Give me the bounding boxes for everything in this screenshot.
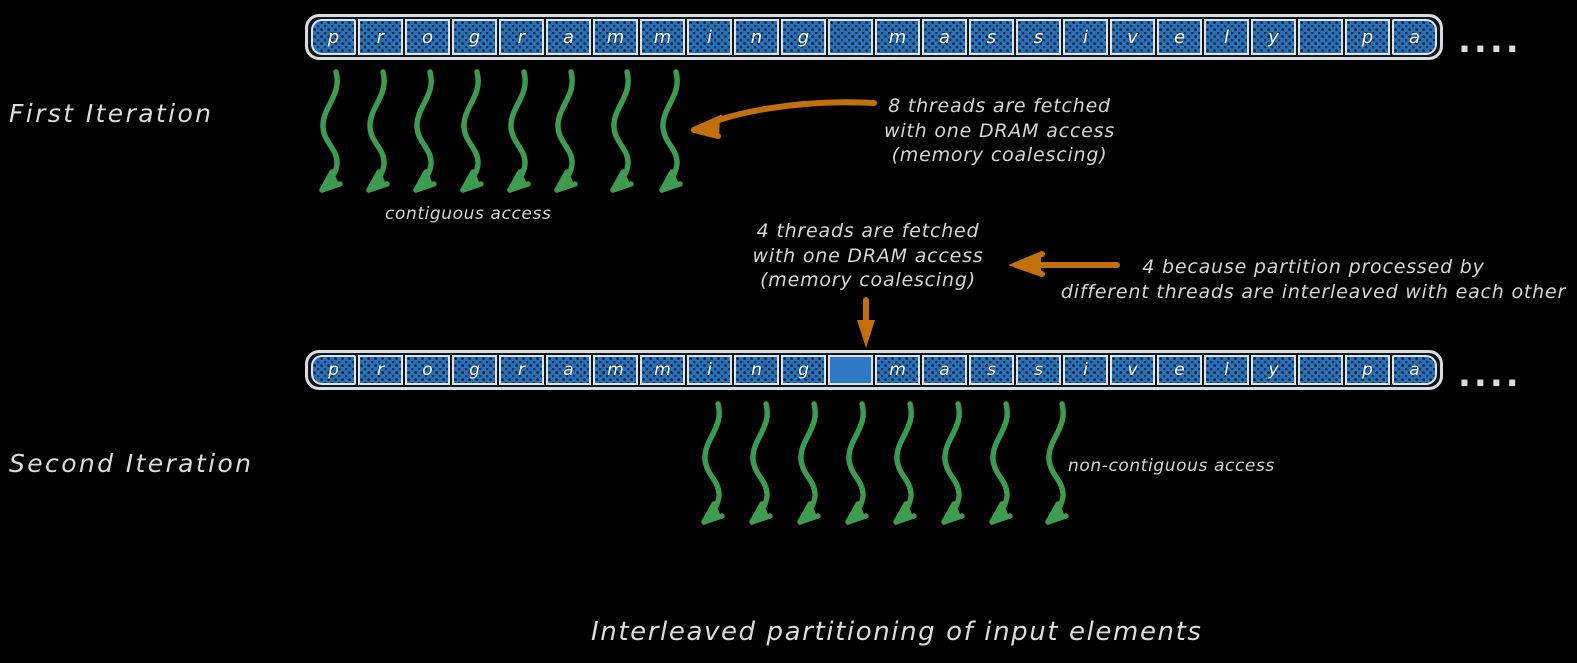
memory-cell: i: [687, 355, 732, 385]
label-first-iteration: First Iteration: [9, 99, 214, 128]
note-four-threads-line-3: (memory coalescing): [760, 269, 976, 292]
note-four-threads-line-1: 4 threads are fetched: [756, 220, 980, 242]
memory-cell: [828, 355, 873, 385]
memory-cell: [1298, 19, 1343, 55]
memory-cell: n: [734, 19, 779, 55]
memory-cell: m: [640, 355, 685, 385]
memory-cell: i: [687, 19, 732, 55]
memory-cell: o: [405, 355, 450, 385]
label-non-contiguous-access: non-contiguous access: [1068, 456, 1275, 476]
memory-cell: m: [875, 355, 920, 385]
memory-cell: p: [311, 355, 356, 385]
callout-arrow-four-threads-down: [857, 297, 875, 348]
memory-cell: a: [922, 19, 967, 55]
thread-arrows-second-iteration: [704, 404, 1066, 522]
memory-cell: v: [1110, 355, 1155, 385]
memory-cell: s: [969, 19, 1014, 55]
callout-arrow-eight-threads: [690, 99, 877, 139]
memory-cell: a: [546, 355, 591, 385]
memory-cell: a: [1392, 355, 1437, 385]
memory-cell: e: [1157, 19, 1202, 55]
memory-cell: g: [781, 355, 826, 385]
memory-cell: g: [452, 19, 497, 55]
memory-cell: s: [1016, 355, 1061, 385]
note-four-because-line-1: 4 because partition processed by: [1142, 256, 1485, 278]
arrow-overlay: [0, 0, 1120, 663]
memory-cell: s: [969, 355, 1014, 385]
memory-cell: r: [499, 355, 544, 385]
memory-cell: a: [546, 19, 591, 55]
memory-cell: m: [640, 19, 685, 55]
strip-second-ellipsis: ....: [1458, 355, 1522, 395]
note-eight-threads-line-1: 8 threads are fetched: [888, 95, 1111, 117]
memory-cell: p: [311, 19, 356, 55]
memory-cell: m: [593, 355, 638, 385]
note-eight-threads-line-3: (memory coalescing): [891, 144, 1108, 167]
memory-cell: r: [358, 19, 403, 55]
memory-cell: a: [922, 355, 967, 385]
memory-cell: [1298, 355, 1343, 385]
label-contiguous-access: contiguous access: [385, 204, 552, 224]
note-eight-threads: 8 threads are fetched with one DRAM acce…: [884, 94, 1115, 168]
memory-cell: g: [452, 355, 497, 385]
memory-strip-second-iteration: programmingmassivelypa: [305, 350, 1443, 390]
memory-cell: i: [1063, 355, 1108, 385]
memory-cell: y: [1251, 355, 1296, 385]
memory-cell: [828, 19, 873, 55]
memory-cell: m: [593, 19, 638, 55]
memory-cell: y: [1251, 19, 1296, 55]
memory-strip-first-iteration: programmingmassivelypa: [305, 14, 1443, 60]
memory-cell: l: [1204, 355, 1249, 385]
memory-cell: i: [1063, 19, 1108, 55]
memory-cell: o: [405, 19, 450, 55]
note-four-threads: 4 threads are fetched with one DRAM acce…: [748, 219, 988, 293]
note-four-because: 4 because partition processed by differe…: [1056, 255, 1571, 304]
note-four-because-line-2: different threads are interleaved with e…: [1060, 280, 1567, 303]
label-second-iteration: Second Iteration: [9, 449, 254, 478]
memory-cell: a: [1392, 19, 1437, 55]
note-four-threads-line-2: with one DRAM access: [752, 244, 984, 267]
memory-cell: g: [781, 19, 826, 55]
memory-cell: r: [358, 355, 403, 385]
memory-cell: r: [499, 19, 544, 55]
diagram-caption: Interleaved partitioning of input elemen…: [591, 617, 1203, 647]
strip-first-ellipsis: ....: [1458, 21, 1522, 61]
memory-cell: e: [1157, 355, 1202, 385]
memory-cell: v: [1110, 19, 1155, 55]
memory-cell: p: [1345, 355, 1390, 385]
memory-cell: p: [1345, 19, 1390, 55]
note-eight-threads-line-2: with one DRAM access: [884, 119, 1116, 142]
memory-cell: l: [1204, 19, 1249, 55]
thread-arrows-first-iteration: [322, 72, 680, 190]
memory-cell: m: [875, 19, 920, 55]
diagram-canvas: First Iteration Second Iteration program…: [0, 0, 1577, 663]
memory-cell: n: [734, 355, 779, 385]
memory-cell: s: [1016, 19, 1061, 55]
